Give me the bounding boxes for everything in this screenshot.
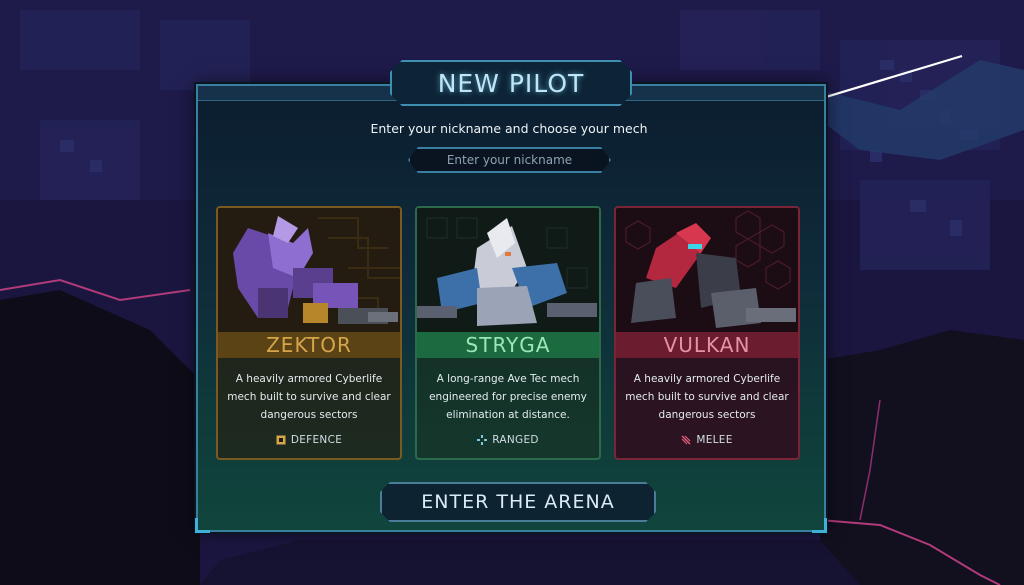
- mech-card-vulkan[interactable]: VULKAN A heavily armored Cyberlife mech …: [614, 206, 800, 460]
- crosshair-icon: [477, 435, 488, 445]
- vulkan-mech-art: [616, 208, 798, 332]
- stryga-mech-art: [417, 208, 599, 332]
- slash-icon: [681, 435, 691, 445]
- corner-accent: [812, 518, 827, 533]
- mech-card-stryga[interactable]: STRYGA A long-range Ave Tec mech enginee…: [415, 206, 601, 460]
- dialog-subtitle: Enter your nickname and choose your mech: [370, 121, 648, 136]
- enter-arena-button[interactable]: ENTER THE ARENA: [380, 482, 656, 522]
- corner-accent: [195, 518, 210, 533]
- mech-description: A long-range Ave Tec mech engineered for…: [429, 373, 587, 421]
- zektor-mech-art: [218, 208, 400, 332]
- mech-name: STRYGA: [417, 332, 599, 358]
- dialog-title-plate: NEW PILOT: [390, 60, 632, 106]
- mech-card-zektor[interactable]: ZEKTOR A heavily armored Cyberlife mech …: [216, 206, 402, 460]
- dialog-title: NEW PILOT: [437, 68, 585, 98]
- mech-description: A heavily armored Cyberlife mech built t…: [227, 373, 391, 421]
- mech-role-label: RANGED: [492, 434, 539, 446]
- mech-role-label: MELEE: [696, 434, 733, 446]
- mech-role: DEFENCE: [218, 434, 400, 446]
- mech-name: ZEKTOR: [218, 332, 400, 358]
- mech-name: VULKAN: [616, 332, 798, 358]
- mech-description: A heavily armored Cyberlife mech built t…: [625, 373, 789, 421]
- shield-square-icon: [276, 435, 286, 445]
- nickname-input[interactable]: [408, 147, 611, 173]
- mech-role-label: DEFENCE: [290, 434, 343, 446]
- mech-role: RANGED: [417, 434, 599, 446]
- mech-role: MELEE: [616, 434, 798, 446]
